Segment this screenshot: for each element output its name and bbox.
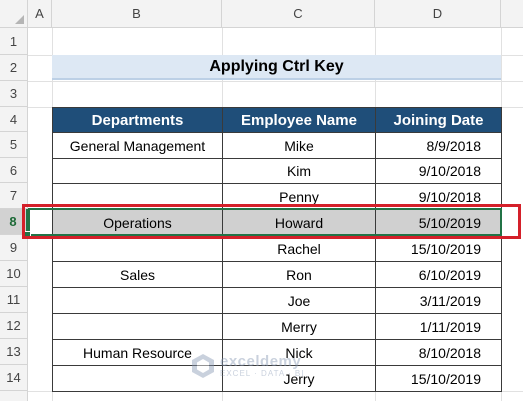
cell-employee-name[interactable]: Kim — [222, 158, 376, 184]
row-header-10[interactable]: 10 — [0, 261, 28, 287]
row-header-4[interactable]: 4 — [0, 107, 28, 132]
header-joining-date[interactable]: Joining Date — [375, 107, 502, 133]
cell-joining-date[interactable]: 1/11/2019 — [375, 313, 502, 340]
cell-department[interactable] — [52, 158, 223, 184]
cell-department[interactable]: Human Resource — [52, 339, 223, 366]
cell-department[interactable]: Sales — [52, 261, 223, 288]
row-header-3[interactable]: 3 — [0, 81, 28, 107]
column-header-d[interactable]: D — [375, 0, 501, 28]
row-header-15[interactable] — [0, 391, 28, 401]
select-all-button[interactable] — [0, 0, 28, 28]
cell-joining-date[interactable]: 3/11/2019 — [375, 287, 502, 314]
cell-employee-name[interactable]: Ron — [222, 261, 376, 288]
cell-department[interactable] — [52, 235, 223, 262]
row-header-14[interactable]: 14 — [0, 365, 28, 391]
header-employee-name[interactable]: Employee Name — [222, 107, 376, 133]
column-header-a[interactable]: A — [28, 0, 52, 28]
cell-department[interactable] — [52, 287, 223, 314]
cell-employee-name[interactable]: Jerry — [222, 365, 376, 392]
cell-department[interactable] — [52, 365, 223, 392]
column-header-e[interactable] — [501, 0, 523, 28]
row-header-11[interactable]: 11 — [0, 287, 28, 313]
column-header-b[interactable]: B — [52, 0, 222, 28]
column-header-c[interactable]: C — [222, 0, 375, 28]
cell-joining-date[interactable]: 9/10/2018 — [375, 158, 502, 184]
cell-department[interactable]: General Management — [52, 132, 223, 159]
cell-joining-date[interactable]: 8/9/2018 — [375, 132, 502, 159]
row-header-6[interactable]: 6 — [0, 158, 28, 183]
cell-employee-name[interactable]: Mike — [222, 132, 376, 159]
cell-joining-date[interactable]: 15/10/2019 — [375, 365, 502, 392]
highlight-outline — [22, 204, 521, 239]
cell-joining-date[interactable]: 8/10/2018 — [375, 339, 502, 366]
cell-employee-name[interactable]: Rachel — [222, 235, 376, 262]
row-header-1[interactable]: 1 — [0, 28, 28, 55]
cell-employee-name[interactable]: Joe — [222, 287, 376, 314]
header-departments[interactable]: Departments — [52, 107, 223, 133]
row-header-2[interactable]: 2 — [0, 55, 28, 81]
sheet-title[interactable]: Applying Ctrl Key — [52, 55, 501, 80]
row-header-13[interactable]: 13 — [0, 339, 28, 365]
row-header-12[interactable]: 12 — [0, 313, 28, 339]
cell-employee-name[interactable]: Merry — [222, 313, 376, 340]
gridline — [28, 81, 523, 82]
cell-department[interactable] — [52, 313, 223, 340]
cell-joining-date[interactable]: 6/10/2019 — [375, 261, 502, 288]
cell-joining-date[interactable]: 15/10/2019 — [375, 235, 502, 262]
row-header-5[interactable]: 5 — [0, 132, 28, 158]
cell-employee-name[interactable]: Nick — [222, 339, 376, 366]
